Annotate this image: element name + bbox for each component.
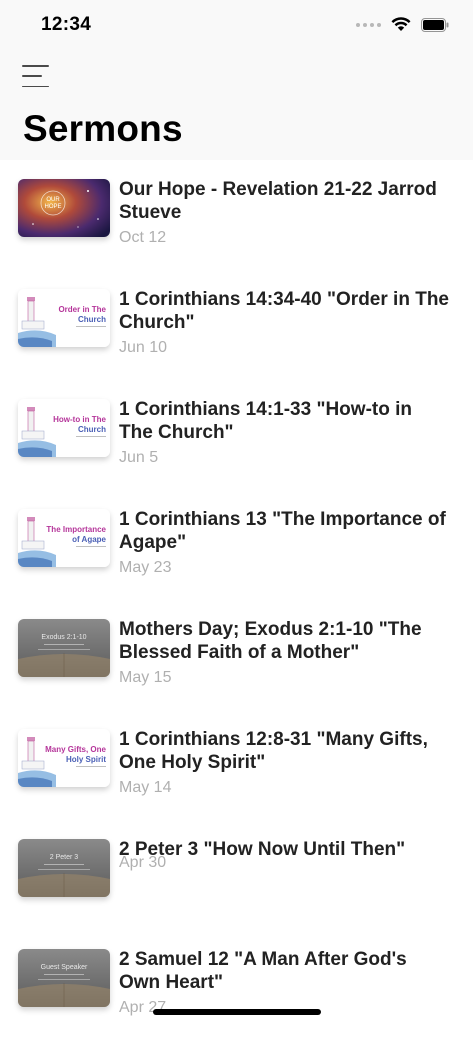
sermon-row[interactable]: How-to in The Church 1 Corinthians 14:1-33… (0, 380, 473, 490)
sermon-title: Our Hope - Revelation 21-22 Jarrod Stuev… (119, 179, 437, 223)
thumb-text-line1: Guest Speaker (41, 964, 88, 971)
sermon-row[interactable]: The Importance of Agape 1 Corinthians 13 "… (0, 490, 473, 600)
sermon-list: OUR HOPE Our Hope - Revelation 21-22 Jarro… (0, 160, 473, 1040)
page-title: Sermons (23, 108, 183, 149)
thumb-text-line1: The Importance (46, 525, 106, 534)
sermon-date: Apr 30 (119, 854, 167, 871)
sermon-title: 2 Peter 3 "How Now Until Then" (119, 839, 406, 860)
battery-icon (421, 17, 449, 32)
thumb-text-line1: Many Gifts, One (45, 745, 106, 754)
thumb-text-line1: Order in The (58, 305, 106, 314)
thumb-text-line2: Holy Spirit (66, 755, 106, 764)
home-indicator[interactable] (153, 1009, 321, 1015)
sermon-date: Oct 12 (119, 229, 167, 246)
sermon-thumbnail: The Importance of Agape (18, 509, 110, 567)
sermon-thumbnail: 2 Peter 3 (18, 839, 110, 897)
sermon-date: May 23 (119, 559, 172, 576)
status-icons (356, 17, 449, 32)
sermon-row[interactable]: 2 Peter 3 2 Peter 3 "How Now Until Then" A… (0, 820, 473, 930)
thumb-text-line2: Church (78, 425, 106, 434)
thumb-text-line1: 2 Peter 3 (50, 854, 79, 861)
sermon-thumbnail: Exodus 2:1-10 (18, 619, 110, 677)
cellular-signal-icon (356, 22, 381, 27)
sermon-title: 1 Corinthians 14:34-40 "Order in The Chu… (119, 289, 449, 333)
sermon-thumbnail: How-to in The Church (18, 399, 110, 457)
hamburger-menu-icon[interactable] (22, 64, 52, 88)
sermon-title: 1 Corinthians 14:1-33 "How-to in The Chu… (119, 399, 412, 443)
thumb-text-line1: How-to in The (53, 415, 106, 424)
status-bar: 12:34 (0, 0, 473, 52)
sermon-row[interactable]: Exodus 2:1-10 Mothers Day; Exodus 2:1-10 … (0, 600, 473, 710)
sermon-row[interactable]: Many Gifts, One Holy Spirit 1 Corinthians … (0, 710, 473, 820)
wifi-icon (391, 17, 411, 32)
sermon-title: 1 Corinthians 12:8-31 "Many Gifts, One H… (119, 729, 428, 773)
thumb-text-line1: OUR (46, 197, 60, 203)
sermon-date: Jun 5 (119, 449, 159, 466)
thumb-text-line2: Church (78, 315, 106, 324)
thumb-text-line2: HOPE (44, 204, 61, 210)
sermon-thumbnail: Many Gifts, One Holy Spirit (18, 729, 110, 787)
sermon-date: May 15 (119, 669, 172, 686)
sermon-date: May 14 (119, 779, 172, 796)
sermon-thumbnail: Guest Speaker (18, 949, 110, 1007)
sermon-title: 2 Samuel 12 "A Man After God's Own Heart… (119, 949, 407, 993)
navigation-bar: Sermons (0, 52, 473, 160)
sermon-date: Jun 10 (119, 339, 168, 356)
sermon-row[interactable]: Order in The Church 1 Corinthians 14:34-40… (0, 270, 473, 380)
thumb-text-line1: Exodus 2:1-10 (41, 634, 86, 641)
sermon-thumbnail: Order in The Church (18, 289, 110, 347)
thumb-text-line2: of Agape (72, 535, 106, 544)
sermon-thumbnail: OUR HOPE (18, 179, 110, 237)
sermon-title: 1 Corinthians 13 "The Importance of Agap… (119, 509, 446, 553)
sermon-row[interactable]: OUR HOPE Our Hope - Revelation 21-22 Jarro… (0, 160, 473, 270)
sermon-title: Mothers Day; Exodus 2:1-10 "The Blessed … (119, 619, 422, 663)
status-time: 12:34 (41, 14, 92, 35)
